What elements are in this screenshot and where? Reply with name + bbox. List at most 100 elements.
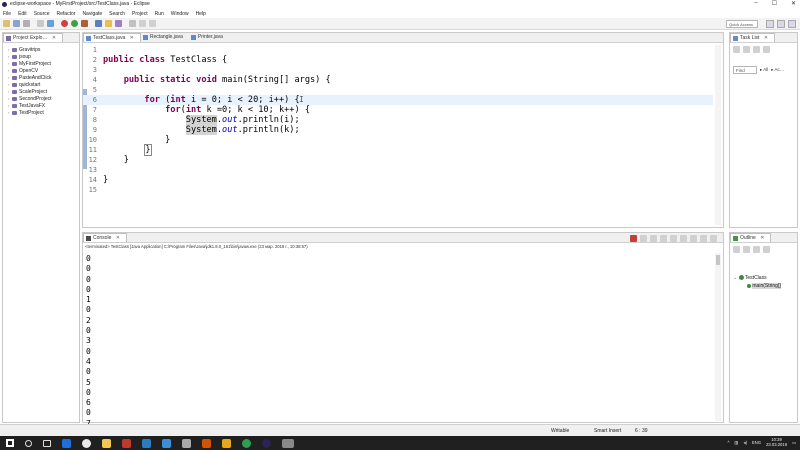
forward-icon[interactable] bbox=[149, 20, 156, 27]
pin-console-icon[interactable] bbox=[680, 235, 687, 242]
tab-testclass-java[interactable]: TestClass.java ✕ bbox=[83, 33, 141, 42]
menu-icon[interactable] bbox=[763, 46, 770, 53]
quick-access-input[interactable]: Quick Access bbox=[726, 20, 758, 28]
remove-launch-icon[interactable] bbox=[640, 235, 647, 242]
save-all-icon[interactable] bbox=[23, 20, 30, 27]
tree-item-scaleproject[interactable]: › ScaleProject bbox=[3, 88, 79, 95]
tray-arrow-icon[interactable]: ^ bbox=[728, 440, 730, 445]
save-icon[interactable] bbox=[13, 20, 20, 27]
new-task-icon[interactable] bbox=[733, 46, 740, 53]
menu-edit[interactable]: Edit bbox=[18, 11, 27, 17]
file-explorer-icon[interactable] bbox=[102, 438, 111, 448]
minimize-view-icon[interactable] bbox=[710, 235, 717, 242]
console-output[interactable]: 0 0 0 0 1 0 2 0 3 0 4 0 5 0 6 0 7 0 bbox=[86, 254, 91, 439]
open-type-icon[interactable] bbox=[105, 20, 112, 27]
tree-item-gravitrips[interactable]: › Gravitrips bbox=[3, 46, 79, 53]
close-icon[interactable]: ✕ bbox=[52, 35, 56, 41]
tree-item-quickstart[interactable]: › quickstart bbox=[3, 81, 79, 88]
scrollbar-thumb[interactable] bbox=[716, 255, 720, 265]
outline-class-item[interactable]: ⌄ TestClass bbox=[733, 274, 797, 282]
maximize-button[interactable]: ☐ bbox=[772, 0, 777, 7]
menu-navigate[interactable]: Navigate bbox=[82, 11, 102, 17]
start-icon[interactable] bbox=[6, 439, 14, 447]
app-icon[interactable] bbox=[282, 438, 294, 448]
tab-console[interactable]: Console ✕ bbox=[83, 233, 127, 242]
tree-item-testjavafx[interactable]: › TestJavaFX bbox=[3, 102, 79, 109]
task-view-icon[interactable] bbox=[43, 439, 51, 447]
close-button[interactable]: ✕ bbox=[791, 0, 796, 7]
tree-item-myfirstproject[interactable]: › MyFirstProject bbox=[3, 60, 79, 67]
print-icon[interactable] bbox=[37, 20, 44, 27]
eclipse-icon[interactable] bbox=[262, 438, 271, 448]
close-icon[interactable]: ✕ bbox=[760, 235, 764, 241]
language-indicator[interactable]: ENG bbox=[752, 440, 761, 445]
new-icon[interactable] bbox=[3, 20, 10, 27]
chrome-icon[interactable] bbox=[82, 438, 91, 448]
chevron-down-icon[interactable]: ⌄ bbox=[733, 275, 737, 281]
code-editor[interactable]: 1 2 public class TestClass { 3 4 public s… bbox=[83, 44, 716, 214]
tab-task-list[interactable]: Task List ✕ bbox=[730, 33, 776, 42]
filter-icon[interactable] bbox=[743, 46, 750, 53]
app-icon[interactable] bbox=[162, 438, 171, 448]
network-icon[interactable]: ▥ bbox=[735, 440, 739, 445]
hide-fields-icon[interactable] bbox=[743, 246, 750, 253]
outline-method-item[interactable]: main(String[] bbox=[733, 282, 797, 290]
search-icon[interactable] bbox=[115, 20, 122, 27]
menu-project[interactable]: Project bbox=[132, 11, 148, 17]
tree-item-testproject[interactable]: › TestProject bbox=[3, 109, 79, 116]
external-tools-icon[interactable] bbox=[81, 20, 88, 27]
debug-icon[interactable] bbox=[61, 20, 68, 27]
annotation-icon[interactable] bbox=[129, 20, 136, 27]
close-icon[interactable]: ✕ bbox=[130, 35, 134, 41]
debug-perspective-icon[interactable] bbox=[788, 20, 796, 28]
new-class-icon[interactable] bbox=[95, 20, 102, 27]
minimize-button[interactable]: – bbox=[754, 0, 757, 7]
menu-search[interactable]: Search bbox=[109, 11, 125, 17]
close-icon[interactable]: ✕ bbox=[764, 35, 768, 41]
hide-static-icon[interactable] bbox=[753, 246, 760, 253]
activate-link[interactable]: ▸ Ac… bbox=[771, 67, 784, 73]
clock[interactable]: 10:39 23.03.2019 bbox=[766, 437, 787, 447]
menu-help[interactable]: Help bbox=[196, 11, 206, 17]
volume-icon[interactable]: ◂) bbox=[743, 440, 747, 445]
toggle-icon[interactable] bbox=[47, 20, 54, 27]
console-scrollbar[interactable] bbox=[715, 253, 721, 421]
hide-nonpublic-icon[interactable] bbox=[763, 246, 770, 253]
tab-rectangle-java[interactable]: Rectangle.java bbox=[141, 33, 189, 42]
tree-item-jsoup[interactable]: › jsoup bbox=[3, 53, 79, 60]
sort-icon[interactable] bbox=[733, 246, 740, 253]
app-icon[interactable] bbox=[222, 438, 231, 448]
run-icon[interactable] bbox=[71, 20, 78, 27]
close-icon[interactable]: ✕ bbox=[116, 235, 120, 241]
tab-printer-java[interactable]: Printer.java bbox=[189, 33, 229, 42]
word-wrap-icon[interactable] bbox=[670, 235, 677, 242]
java-perspective-icon[interactable] bbox=[777, 20, 785, 28]
menu-file[interactable]: File bbox=[3, 11, 11, 17]
tree-item-secondproject[interactable]: › SecondProject bbox=[3, 95, 79, 102]
back-icon[interactable] bbox=[139, 20, 146, 27]
clear-console-icon[interactable] bbox=[650, 235, 657, 242]
menu-window[interactable]: Window bbox=[171, 11, 189, 17]
tree-item-pasteandclick[interactable]: › PasteAndClick bbox=[3, 74, 79, 81]
collapse-icon[interactable] bbox=[753, 46, 760, 53]
tab-outline[interactable]: Outline ✕ bbox=[730, 233, 772, 242]
tab-project-explorer[interactable]: Project Explo… ✕ bbox=[3, 33, 64, 42]
notifications-icon[interactable]: ▭ bbox=[792, 440, 796, 445]
menu-refactor[interactable]: Refactor bbox=[57, 11, 76, 17]
terminate-icon[interactable] bbox=[630, 235, 637, 242]
open-console-icon[interactable] bbox=[700, 235, 707, 242]
all-filter-link[interactable]: ▸ All bbox=[760, 67, 768, 73]
app-icon[interactable] bbox=[202, 438, 211, 448]
tree-item-opencv[interactable]: › OpenCV bbox=[3, 67, 79, 74]
menu-run[interactable]: Run bbox=[155, 11, 164, 17]
search-icon[interactable] bbox=[25, 439, 32, 447]
display-console-icon[interactable] bbox=[690, 235, 697, 242]
menu-source[interactable]: Source bbox=[34, 11, 50, 17]
find-task-input[interactable]: Find bbox=[733, 66, 757, 74]
settings-icon[interactable] bbox=[182, 438, 191, 448]
scroll-lock-icon[interactable] bbox=[660, 235, 667, 242]
app-icon[interactable] bbox=[122, 438, 131, 448]
store-icon[interactable] bbox=[142, 438, 151, 448]
editor-scrollbar[interactable] bbox=[715, 45, 721, 225]
edge-icon[interactable] bbox=[62, 438, 71, 448]
